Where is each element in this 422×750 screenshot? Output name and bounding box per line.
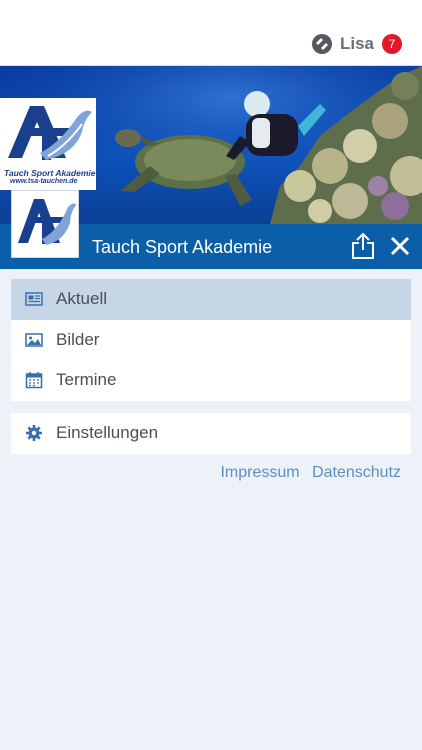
- newspaper-icon: [25, 292, 43, 306]
- app-logo-icon: [311, 34, 332, 54]
- menu-item-label: Termine: [56, 370, 117, 389]
- menu-item-einstellungen[interactable]: Einstellungen: [11, 413, 411, 454]
- gear-icon: [26, 425, 42, 441]
- main-menu: Aktuell Bilder Termine: [11, 279, 411, 401]
- menu-item-termine[interactable]: Termine: [11, 360, 411, 401]
- top-bar: Lisa 7: [0, 0, 422, 66]
- page-title: Tauch Sport Akademie: [92, 237, 273, 257]
- menu-item-bilder[interactable]: Bilder: [11, 320, 411, 361]
- notification-badge[interactable]: 7: [382, 34, 402, 54]
- logo-caption-url: www.tsa-tauchen.de: [10, 178, 78, 185]
- logo-caption-name: Tauch Sport Akademie: [4, 168, 96, 178]
- user-profile[interactable]: Lisa 7: [311, 33, 402, 55]
- calendar-icon: [25, 372, 43, 389]
- club-logo: Tauch Sport Akademie www.tsa-tauchen.de: [0, 98, 96, 190]
- menu-item-label: Aktuell: [56, 289, 108, 308]
- impressum-link[interactable]: Impressum: [220, 464, 299, 481]
- share-icon[interactable]: [350, 232, 376, 260]
- menu-item-aktuell[interactable]: Aktuell: [11, 279, 411, 320]
- menu-item-label: Bilder: [56, 329, 100, 349]
- menu-item-label: Einstellungen: [56, 423, 159, 442]
- user-name: Lisa: [339, 34, 374, 53]
- datenschutz-link[interactable]: Datenschutz: [312, 464, 401, 481]
- image-icon: [25, 332, 43, 347]
- club-logo-thumbnail: [11, 190, 79, 258]
- settings-menu: Einstellungen: [11, 413, 411, 454]
- footer-links: Impressum Datenschutz: [212, 464, 401, 482]
- close-icon[interactable]: [388, 234, 412, 258]
